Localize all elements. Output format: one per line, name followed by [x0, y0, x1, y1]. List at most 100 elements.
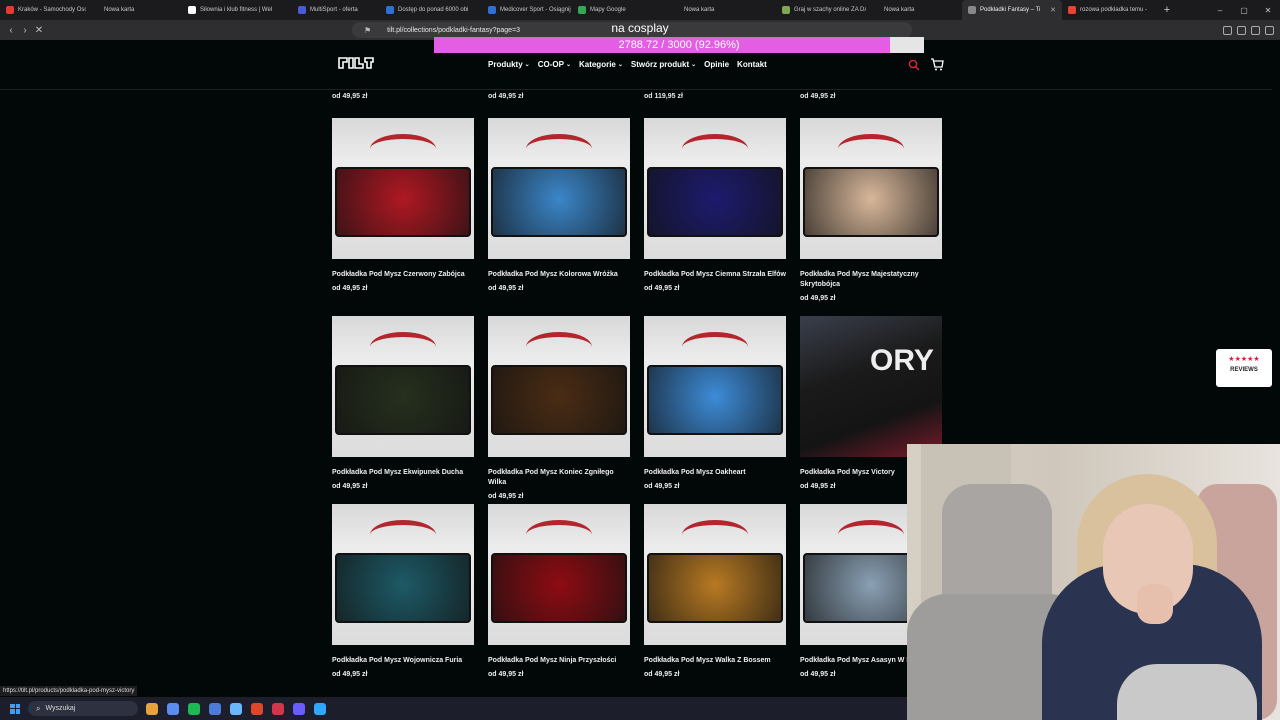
browser-tab[interactable]: Medicover Sport - Osiągnij [482, 0, 572, 20]
taskbar-search[interactable]: ⌕ Wyszukaj [28, 701, 138, 716]
product-card[interactable]: Podkładka Pod Mysz Oakheart od 49,95 zł [644, 316, 786, 490]
product-image[interactable] [332, 316, 474, 457]
taskbar-app-icon[interactable] [188, 702, 200, 715]
extension-icon[interactable] [1223, 25, 1232, 35]
top-price-2: od 49,95 zł [488, 93, 524, 100]
product-name[interactable]: Podkładka Pod Mysz Kolorowa Wróżka [488, 270, 630, 280]
product-image[interactable] [800, 118, 942, 259]
stop-icon[interactable]: ✕ [32, 20, 46, 40]
browser-tab[interactable]: Graj w szachy online ZA DA [776, 0, 866, 20]
chevron-down-icon: ⌄ [691, 62, 697, 68]
product-image[interactable] [332, 504, 474, 645]
browser-tab[interactable]: Nowa karta [666, 0, 776, 20]
browser-tab[interactable]: Nowa karta [866, 0, 962, 20]
reviews-label: REVIEWS [1230, 367, 1258, 373]
webcam-legs [1117, 664, 1257, 720]
chair-arm [838, 520, 904, 550]
back-icon[interactable]: ‹ [4, 20, 18, 40]
taskbar-app-icon[interactable] [167, 702, 179, 715]
chevron-down-icon: ⌄ [524, 62, 530, 68]
taskbar-app-icon[interactable] [146, 702, 158, 715]
browser-toolbar-icons [1223, 20, 1274, 40]
maximize-icon[interactable]: ▢ [1232, 0, 1256, 20]
product-name[interactable]: Podkładka Pod Mysz Oakheart [644, 468, 786, 478]
taskbar-app-icon[interactable] [209, 702, 221, 715]
browser-tab[interactable]: Podkładki Fantasy – Ti ✕ [962, 0, 1062, 20]
tab-label: Nowa karta [104, 7, 135, 13]
taskbar-app-icon[interactable] [230, 702, 242, 715]
nav-produkty[interactable]: Produkty ⌄ [488, 60, 530, 69]
tab-label: Medicover Sport - Osiągnij [500, 7, 571, 13]
taskbar-app-icon[interactable] [251, 702, 263, 715]
product-name[interactable]: Podkładka Pod Mysz Majestatyczny Skrytob… [800, 270, 942, 290]
product-image[interactable] [644, 118, 786, 259]
product-card[interactable]: Podkładka Pod Mysz Wojownicza Furia od 49… [332, 504, 474, 678]
minimize-icon[interactable]: – [1208, 0, 1232, 20]
product-image[interactable] [488, 316, 630, 457]
reviews-widget[interactable]: ★★★★★ REVIEWS [1216, 349, 1272, 387]
nav-kontakt[interactable]: Kontakt [737, 60, 767, 69]
menu-icon[interactable] [1265, 25, 1274, 35]
product-card[interactable]: Podkładka Pod Mysz Kolorowa Wróżka od 49,… [488, 118, 630, 292]
product-image[interactable]: ORY [800, 316, 942, 457]
browser-tab[interactable]: Nowa karta [86, 0, 182, 20]
taskbar-app-icon[interactable] [314, 702, 326, 715]
product-name[interactable]: Podkładka Pod Mysz Ciemna Strzała Elfów [644, 270, 786, 280]
close-icon[interactable]: ✕ [1256, 0, 1280, 20]
tab-label: rozowa podkładka temu - [1080, 7, 1148, 13]
nav-opinie[interactable]: Opinie [704, 60, 729, 69]
nav-coop-label: CO-OP [537, 60, 564, 69]
product-card[interactable]: Podkładka Pod Mysz Koniec Zgniłego Wilka… [488, 316, 630, 500]
tab-favicon-icon [782, 6, 790, 14]
product-name[interactable]: Podkładka Pod Mysz Czerwony Zabójca [332, 270, 474, 280]
nav-opinie-label: Opinie [704, 60, 730, 69]
browser-tab[interactable]: rozowa podkładka temu - [1062, 0, 1158, 20]
product-price: od 49,95 zł [644, 671, 680, 678]
top-price-1: od 49,95 zł [332, 93, 368, 100]
browser-tab[interactable]: MultiSport - oferta [292, 0, 380, 20]
product-image[interactable] [332, 118, 474, 259]
product-card[interactable]: Podkładka Pod Mysz Ekwipunek Ducha od 49,… [332, 316, 474, 490]
windows-start-icon[interactable] [10, 703, 20, 714]
product-price: od 49,95 zł [332, 285, 368, 292]
tilt-logo[interactable] [337, 56, 375, 70]
browser-tab[interactable]: Kraków - Samochody Osob [0, 0, 86, 20]
chair-arm [370, 520, 436, 550]
browser-tab[interactable]: Mapy Google [572, 0, 666, 20]
search-icon[interactable] [908, 59, 920, 71]
sidebar-icon[interactable] [1237, 25, 1246, 35]
wallet-icon[interactable] [1251, 25, 1260, 35]
taskbar-app-icon[interactable] [293, 702, 305, 715]
nav-coop[interactable]: CO-OP ⌄ [538, 60, 571, 69]
taskbar-app-icon[interactable] [272, 702, 284, 715]
browser-tab[interactable]: Siłownia i klub fitness | Wel [182, 0, 292, 20]
product-card[interactable]: Podkładka Pod Mysz Walka Z Bossem od 49,9… [644, 504, 786, 678]
product-name[interactable]: Podkładka Pod Mysz Ninja Przyszłości [488, 656, 630, 666]
chair-arm [526, 134, 592, 164]
bookmark-icon[interactable]: ⚑ [364, 26, 371, 35]
tab-close-icon[interactable]: ✕ [1050, 6, 1056, 14]
product-name[interactable]: Podkładka Pod Mysz Ekwipunek Ducha [332, 468, 474, 478]
product-name[interactable]: Podkładka Pod Mysz Wojownicza Furia [332, 656, 474, 666]
product-name[interactable]: Podkładka Pod Mysz Koniec Zgniłego Wilka [488, 468, 630, 488]
screen: Kraków - Samochody Osob Nowa karta Siłowni… [0, 0, 1280, 720]
product-price: od 49,95 zł [332, 483, 368, 490]
tab-favicon-icon [92, 6, 100, 14]
product-image[interactable] [488, 504, 630, 645]
forward-icon[interactable]: › [18, 20, 32, 40]
product-card[interactable]: Podkładka Pod Mysz Majestatyczny Skrytob… [800, 118, 942, 302]
nav-stworz-produkt[interactable]: Stwórz produkt ⌄ [631, 60, 696, 69]
product-image[interactable] [644, 316, 786, 457]
product-image[interactable] [488, 118, 630, 259]
nav-kategorie[interactable]: Kategorie ⌄ [579, 60, 623, 69]
product-card[interactable]: Podkładka Pod Mysz Ciemna Strzała Elfów o… [644, 118, 786, 292]
tab-label: Kraków - Samochody Osob [18, 7, 86, 13]
product-name[interactable]: Podkładka Pod Mysz Walka Z Bossem [644, 656, 786, 666]
cart-icon[interactable] [930, 58, 944, 71]
product-card[interactable]: Podkładka Pod Mysz Czerwony Zabójca od 49… [332, 118, 474, 292]
product-image[interactable] [644, 504, 786, 645]
new-tab-icon[interactable]: + [1158, 0, 1176, 20]
product-card[interactable]: Podkładka Pod Mysz Ninja Przyszłości od 4… [488, 504, 630, 678]
rating-stars: ★★★★★ [1228, 356, 1260, 363]
browser-tab[interactable]: Dostęp do ponad 6000 obi [380, 0, 482, 20]
